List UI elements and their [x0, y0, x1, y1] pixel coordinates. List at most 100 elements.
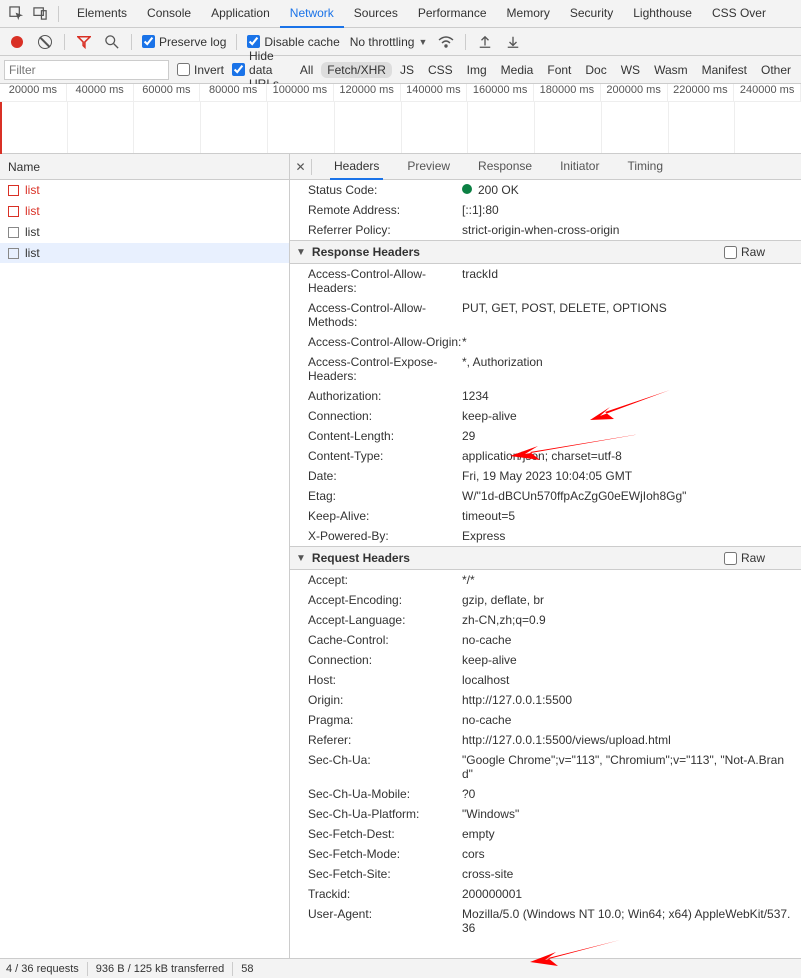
separator: [64, 34, 65, 50]
header-key: X-Powered-By:: [308, 529, 462, 543]
request-name: list: [25, 204, 40, 218]
filter-pill-media[interactable]: Media: [495, 62, 540, 78]
header-value: Mozilla/5.0 (Windows NT 10.0; Win64; x64…: [462, 907, 793, 935]
detail-tab-preview[interactable]: Preview: [403, 154, 454, 179]
header-key: Accept-Encoding:: [308, 593, 462, 607]
disable-cache-checkbox[interactable]: Disable cache: [247, 35, 339, 49]
clear-button[interactable]: [36, 33, 54, 51]
header-key: Referer:: [308, 733, 462, 747]
header-key: Sec-Ch-Ua:: [308, 753, 462, 781]
header-value: keep-alive: [462, 409, 793, 423]
header-row: Content-Length:29: [290, 426, 801, 446]
filter-pill-img[interactable]: Img: [461, 62, 493, 78]
raw-toggle[interactable]: Raw: [724, 551, 765, 565]
tab-security[interactable]: Security: [560, 0, 623, 27]
header-row: Sec-Fetch-Site:cross-site: [290, 864, 801, 884]
tab-css-over[interactable]: CSS Over: [702, 0, 776, 27]
filter-pill-other[interactable]: Other: [755, 62, 797, 78]
header-key: Sec-Fetch-Site:: [308, 867, 462, 881]
upload-har-icon[interactable]: [476, 33, 494, 51]
header-row: Date:Fri, 19 May 2023 10:04:05 GMT: [290, 466, 801, 486]
detail-tab-initiator[interactable]: Initiator: [556, 154, 603, 179]
header-key: Access-Control-Expose-Headers:: [308, 355, 462, 383]
header-row: Origin:http://127.0.0.1:5500: [290, 690, 801, 710]
filter-toggle-icon[interactable]: [75, 33, 93, 51]
header-row: Connection:keep-alive: [290, 406, 801, 426]
search-icon[interactable]: [103, 33, 121, 51]
request-list: Name list list list list: [0, 154, 290, 958]
header-value: 200 OK: [462, 183, 793, 197]
header-value: ?0: [462, 787, 793, 801]
filter-pill-js[interactable]: JS: [394, 62, 420, 78]
timeline-tick: 40000 ms: [67, 84, 134, 101]
header-row: Referer:http://127.0.0.1:5500/views/uplo…: [290, 730, 801, 750]
tab-lighthouse[interactable]: Lighthouse: [623, 0, 702, 27]
header-value: 29: [462, 429, 793, 443]
header-row: Host:localhost: [290, 670, 801, 690]
header-value: zh-CN,zh;q=0.9: [462, 613, 793, 627]
request-row[interactable]: list: [0, 180, 289, 201]
preserve-log-checkbox[interactable]: Preserve log: [142, 35, 226, 49]
timeline-tick: 100000 ms: [267, 84, 334, 101]
timeline-overview[interactable]: 20000 ms40000 ms60000 ms80000 ms100000 m…: [0, 84, 801, 154]
header-key: Accept-Language:: [308, 613, 462, 627]
timeline-tick: 220000 ms: [668, 84, 735, 101]
header-key: User-Agent:: [308, 907, 462, 935]
filter-pill-wasm[interactable]: Wasm: [648, 62, 694, 78]
timeline-tick: 200000 ms: [601, 84, 668, 101]
request-row[interactable]: list: [0, 222, 289, 243]
tab-network[interactable]: Network: [280, 0, 344, 28]
request-type-icon: [8, 227, 19, 238]
request-row[interactable]: list: [0, 201, 289, 222]
tab-console[interactable]: Console: [137, 0, 201, 27]
header-key: Sec-Ch-Ua-Mobile:: [308, 787, 462, 801]
header-key: Trackid:: [308, 887, 462, 901]
filter-pill-manifest[interactable]: Manifest: [696, 62, 753, 78]
detail-tab-response[interactable]: Response: [474, 154, 536, 179]
header-row: Referrer Policy:strict-origin-when-cross…: [290, 220, 801, 240]
filter-input[interactable]: [4, 60, 169, 80]
column-header-name[interactable]: Name: [0, 154, 289, 180]
filter-pill-all[interactable]: All: [294, 62, 319, 78]
tab-application[interactable]: Application: [201, 0, 280, 27]
header-key: Connection:: [308, 653, 462, 667]
tab-performance[interactable]: Performance: [408, 0, 497, 27]
header-key: Access-Control-Allow-Origin:: [308, 335, 462, 349]
header-row: Etag:W/"1d-dBCUn570ffpAcZgG0eEWjIoh8Gg": [290, 486, 801, 506]
detail-tabs: ✕ Headers Preview Response Initiator Timing: [290, 154, 801, 180]
detail-tab-timing[interactable]: Timing: [623, 154, 667, 179]
detail-tab-headers[interactable]: Headers: [330, 154, 383, 180]
raw-toggle[interactable]: Raw: [724, 245, 765, 259]
header-row: Accept-Encoding:gzip, deflate, br: [290, 590, 801, 610]
timeline-tick: 240000 ms: [734, 84, 801, 101]
header-value: localhost: [462, 673, 793, 687]
disclosure-triangle-icon: ▼: [296, 553, 306, 564]
device-toggle-icon[interactable]: [30, 4, 50, 24]
throttling-select[interactable]: No throttling▼: [350, 35, 428, 49]
header-value: *: [462, 335, 793, 349]
filter-pill-doc[interactable]: Doc: [579, 62, 612, 78]
separator: [465, 34, 466, 50]
header-row: Access-Control-Allow-Methods:PUT, GET, P…: [290, 298, 801, 332]
request-headers-section[interactable]: ▼ Request Headers Raw: [290, 546, 801, 570]
request-name: list: [25, 246, 40, 260]
filter-pill-css[interactable]: CSS: [422, 62, 459, 78]
tab-sources[interactable]: Sources: [344, 0, 408, 27]
tab-elements[interactable]: Elements: [67, 0, 137, 27]
record-button[interactable]: [8, 33, 26, 51]
request-row[interactable]: list: [0, 243, 289, 264]
filter-pill-fetchxhr[interactable]: Fetch/XHR: [321, 62, 392, 78]
invert-checkbox[interactable]: Invert: [177, 63, 224, 77]
response-headers-section[interactable]: ▼ Response Headers Raw: [290, 240, 801, 264]
inspect-icon[interactable]: [6, 4, 26, 24]
tab-memory[interactable]: Memory: [497, 0, 560, 27]
header-value: no-cache: [462, 713, 793, 727]
filter-pill-font[interactable]: Font: [541, 62, 577, 78]
filter-pill-ws[interactable]: WS: [615, 62, 646, 78]
header-value: cross-site: [462, 867, 793, 881]
wifi-icon[interactable]: [437, 33, 455, 51]
download-har-icon[interactable]: [504, 33, 522, 51]
request-name: list: [25, 225, 40, 239]
header-key: Content-Type:: [308, 449, 462, 463]
close-details-icon[interactable]: ✕: [296, 159, 312, 175]
